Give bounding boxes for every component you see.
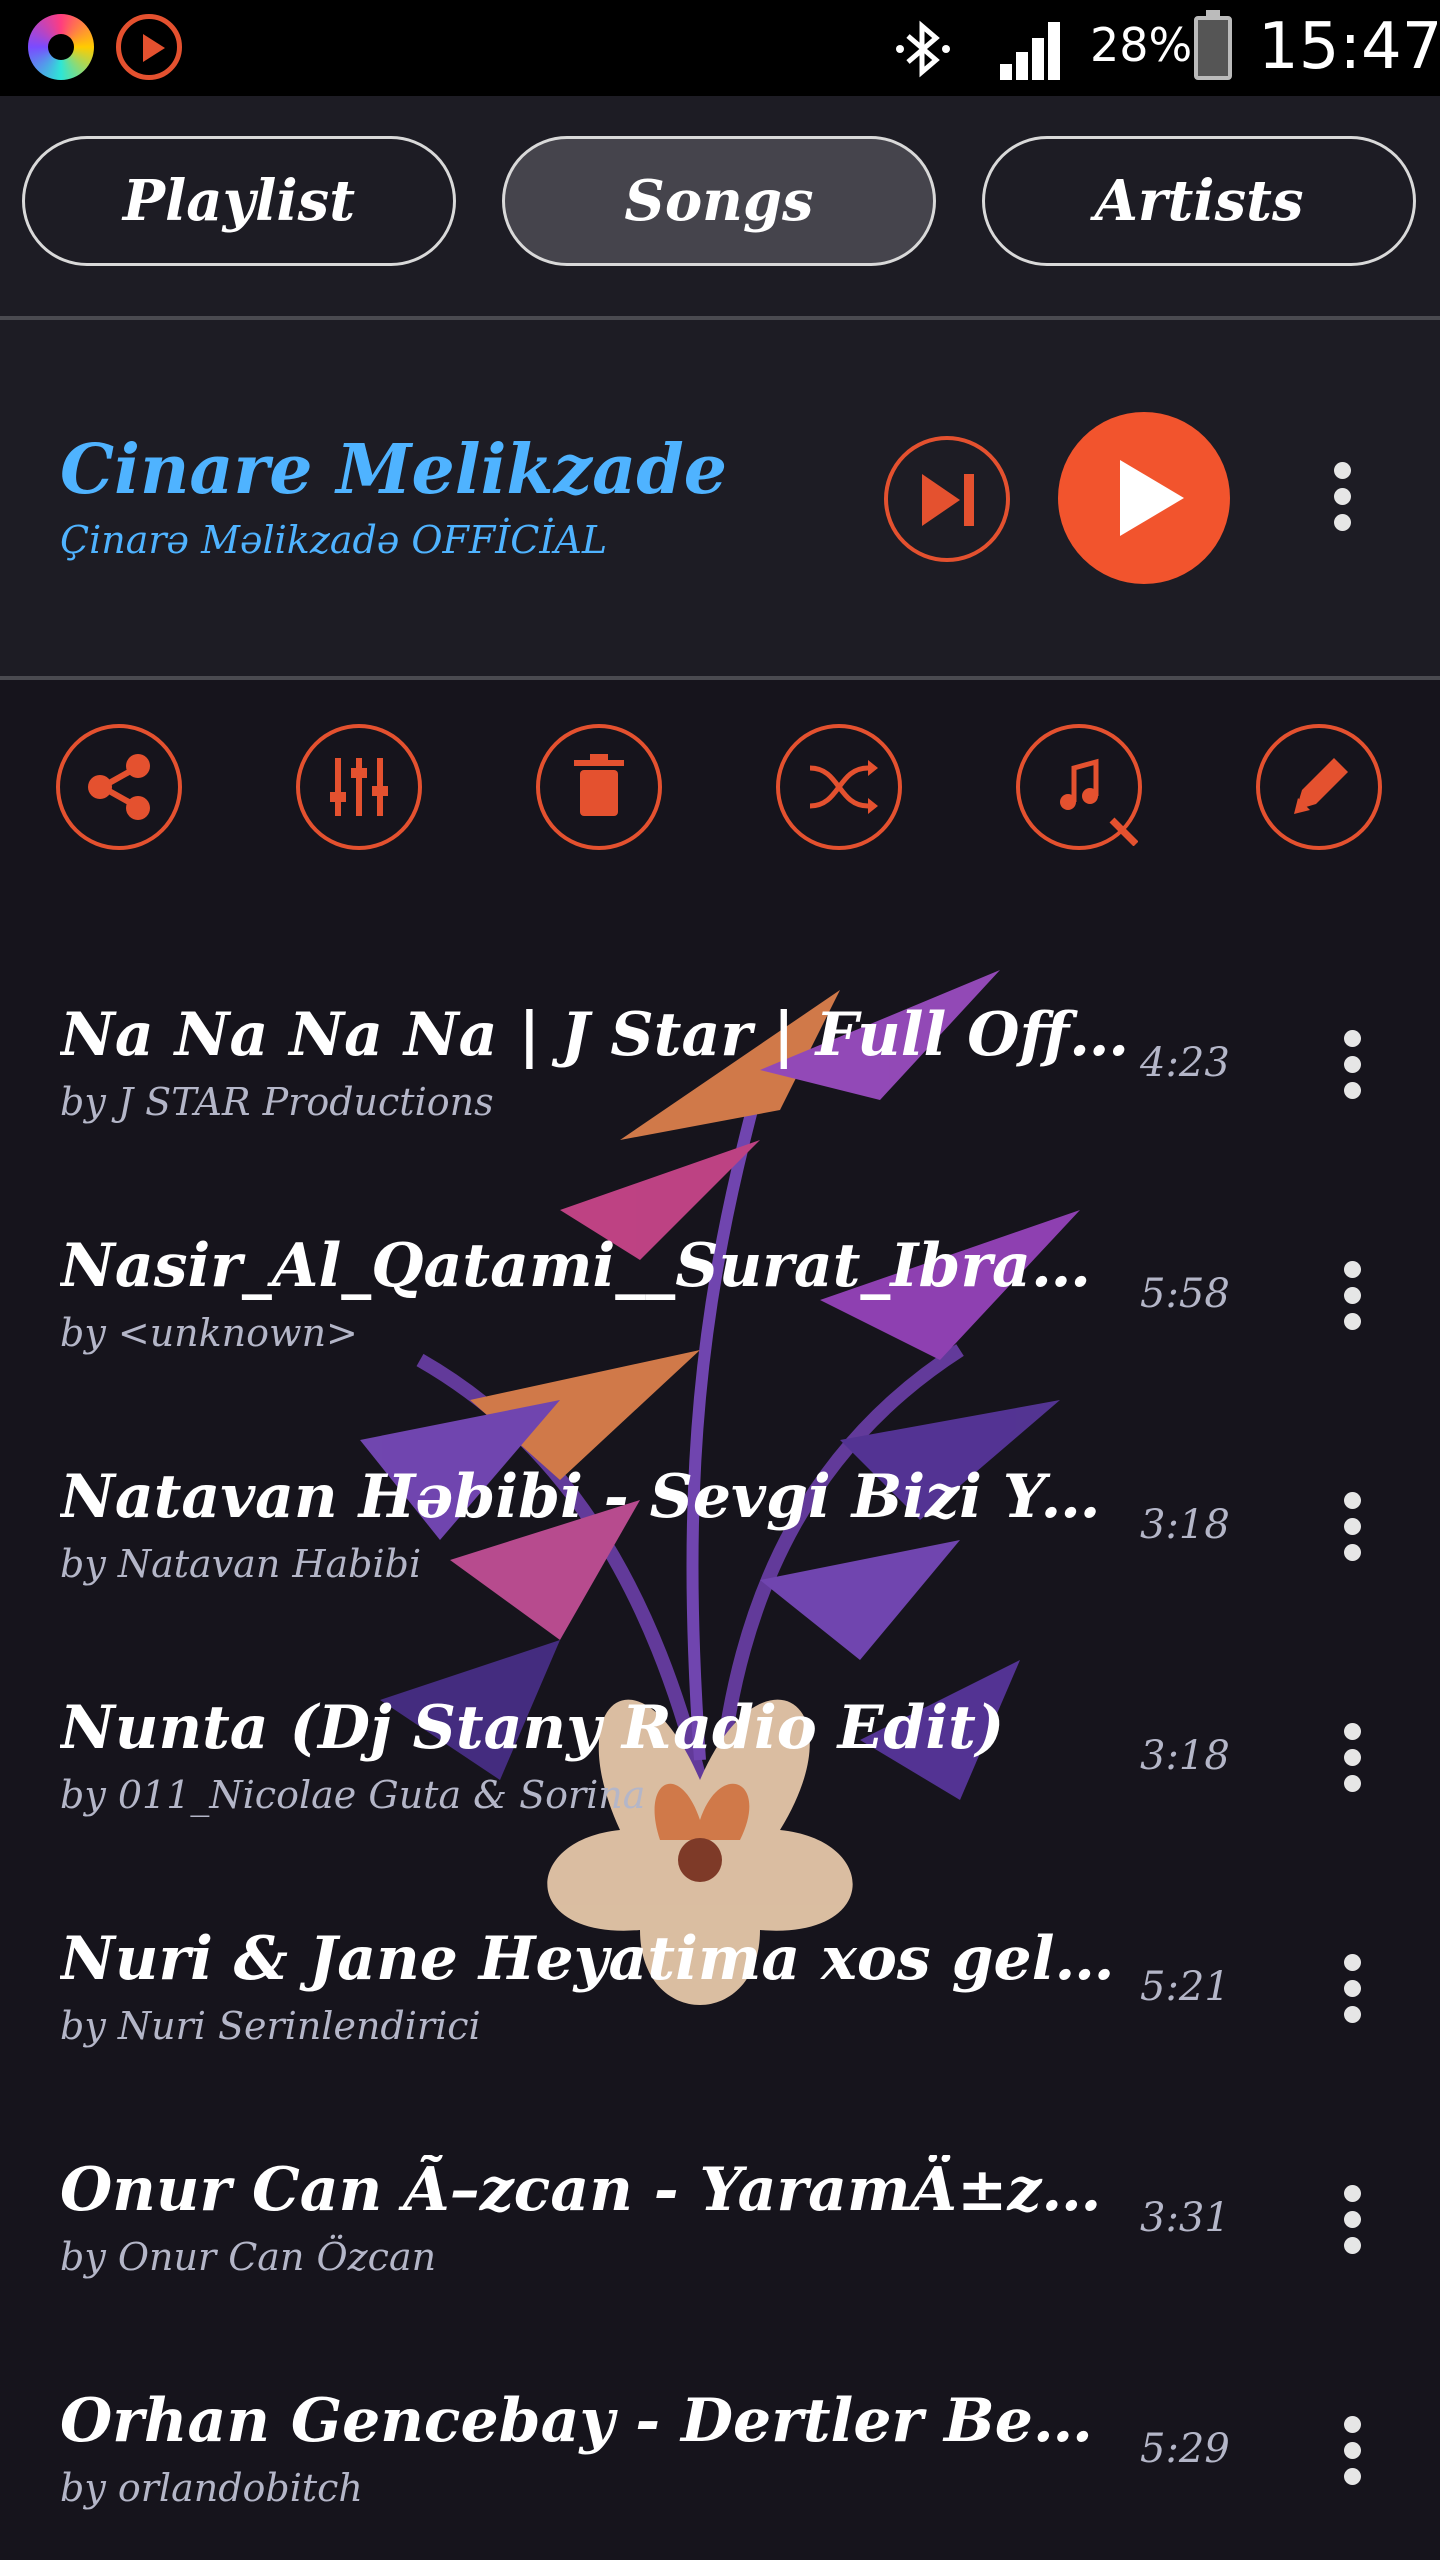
song-title: Na Na Na Na | J Star | Full Officia... (60, 1000, 1130, 1070)
shuffle-icon[interactable] (776, 724, 902, 850)
music-search-icon[interactable] (1016, 724, 1142, 850)
now-playing-subtitle: Çinarə Məlikzadə OFFİCİAL (60, 518, 608, 562)
more-options-icon[interactable] (1342, 2185, 1362, 2263)
app-star-icon (28, 14, 94, 80)
skip-next-button[interactable] (884, 436, 1010, 562)
song-artist: by Natavan Habibi (60, 1542, 422, 1586)
list-item[interactable]: Na Na Na Na | J Star | Full Officia... b… (0, 930, 1440, 1161)
song-duration: 5:29 (1140, 2426, 1230, 2472)
song-artist: by 011_Nicolae Guta & Sorina (60, 1773, 646, 1817)
equalizer-icon[interactable] (296, 724, 422, 850)
edit-icon[interactable] (1256, 724, 1382, 850)
tab-songs[interactable]: Songs (502, 136, 936, 266)
now-playing-panel: Cinare Melikzade Çinarə Məlikzadə OFFİCİ… (0, 320, 1440, 676)
clock: 15:47 (1258, 10, 1440, 84)
song-duration: 4:23 (1140, 1040, 1230, 1086)
song-title: Natavan Həbibi - Sevgi Bizi Yola Ve... (60, 1462, 1130, 1532)
list-item[interactable]: Onur Can Ã–zcan - YaramÄ±zda Kal... by O… (0, 2085, 1440, 2316)
now-playing-title[interactable]: Cinare Melikzade (60, 430, 727, 510)
song-artist: by <unknown> (60, 1311, 358, 1355)
more-options-icon[interactable] (1342, 1261, 1362, 1339)
song-title: Onur Can Ã–zcan - YaramÄ±zda Kal... (60, 2155, 1130, 2225)
list-item[interactable]: Nasir_Al_Qatami__Surat_Ibrahim_... by <u… (0, 1161, 1440, 1392)
song-duration: 3:18 (1140, 1733, 1230, 1779)
more-options-icon[interactable] (1342, 1030, 1362, 1108)
list-item[interactable]: Orhan Gencebay - Dertler Benim Ols... by… (0, 2316, 1440, 2547)
song-duration: 5:58 (1140, 1271, 1230, 1317)
list-item[interactable]: Natavan Həbibi - Sevgi Bizi Yola Ve... b… (0, 1392, 1440, 1623)
battery-icon (1194, 10, 1232, 80)
song-artist: by J STAR Productions (60, 1080, 494, 1124)
more-options-icon[interactable] (1342, 1723, 1362, 1801)
song-duration: 5:21 (1140, 1964, 1230, 2010)
song-duration: 3:31 (1140, 2195, 1230, 2241)
song-title: Nunta (Dj Stany Radio Edit) (60, 1693, 1005, 1763)
tab-bar: Playlist Songs Artists (0, 96, 1440, 316)
song-artist: by Nuri Serinlendirici (60, 2004, 481, 2048)
delete-icon[interactable] (536, 724, 662, 850)
song-title: Nasir_Al_Qatami__Surat_Ibrahim_... (60, 1231, 1130, 1301)
list-item[interactable]: Nuri & Jane Heyatima xos geldin 2017 by … (0, 1854, 1440, 2085)
play-app-icon (116, 14, 182, 80)
now-playing-more-icon[interactable] (1332, 462, 1352, 540)
song-title: Orhan Gencebay - Dertler Benim Ols... (60, 2386, 1130, 2456)
status-bar: 28% 15:47 (0, 0, 1440, 96)
song-title: Nuri & Jane Heyatima xos geldin 2017 (60, 1924, 1130, 1994)
signal-icon (1000, 22, 1060, 80)
action-toolbar (0, 680, 1440, 880)
bluetooth-icon (896, 20, 950, 78)
list-item[interactable]: Nunta (Dj Stany Radio Edit) by 011_Nicol… (0, 1623, 1440, 1854)
battery-percent: 28% (1090, 18, 1193, 72)
tab-artists[interactable]: Artists (982, 136, 1416, 266)
song-duration: 3:18 (1140, 1502, 1230, 1548)
share-icon[interactable] (56, 724, 182, 850)
more-options-icon[interactable] (1342, 2416, 1362, 2494)
song-artist: by orlandobitch (60, 2466, 363, 2510)
play-button[interactable] (1058, 412, 1230, 584)
more-options-icon[interactable] (1342, 1492, 1362, 1570)
tab-playlist[interactable]: Playlist (22, 136, 456, 266)
more-options-icon[interactable] (1342, 1954, 1362, 2032)
song-artist: by Onur Can Özcan (60, 2235, 437, 2279)
